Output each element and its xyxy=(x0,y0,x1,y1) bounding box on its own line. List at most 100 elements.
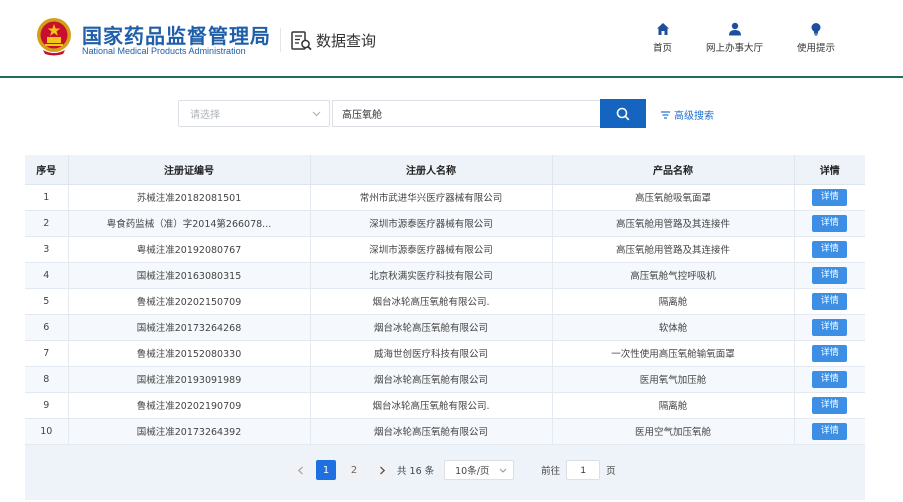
goto-page-input[interactable] xyxy=(566,460,601,480)
cell-registrant: 烟台冰轮高压氧舱有限公司. xyxy=(310,288,553,315)
category-select-placeholder: 请选择 xyxy=(190,110,220,121)
cell-registrant: 北京秋满实医疗科技有限公司 xyxy=(310,262,553,289)
prev-page-button[interactable] xyxy=(290,460,310,480)
cell-index: 1 xyxy=(25,184,69,211)
cell-product-name: 医用氧气加压舱 xyxy=(552,366,795,393)
nav-usage-tips-label: 使用提示 xyxy=(797,43,836,54)
site-header: 国家药品监督管理局 National Medical Products Admi… xyxy=(0,0,903,78)
data-search-icon xyxy=(291,30,312,50)
cell-detail: 详情 xyxy=(794,184,865,211)
nav-home[interactable]: 首页 xyxy=(653,22,672,54)
cell-index: 8 xyxy=(25,366,69,393)
chevron-right-icon xyxy=(379,466,385,474)
cell-registrant: 烟台冰轮高压氧舱有限公司 xyxy=(310,314,553,341)
module-title-group: 数据查询 xyxy=(291,30,376,51)
cell-detail: 详情 xyxy=(794,262,865,289)
col-header-detail: 详情 xyxy=(794,155,865,185)
cell-index: 4 xyxy=(25,262,69,289)
table-row: 9 鲁械注准20202190709 烟台冰轮高压氧舱有限公司. 隔离舱 详情 xyxy=(25,392,865,419)
detail-button[interactable]: 详情 xyxy=(812,266,848,284)
user-icon xyxy=(728,22,741,36)
page-size-select[interactable]: 10条/页 xyxy=(444,460,515,480)
cell-product-name: 隔离舱 xyxy=(552,392,795,419)
table-row: 3 粤械注准20192080767 深圳市源泰医疗器械有限公司 高压氧舱用管路及… xyxy=(25,236,865,263)
cell-registration-no: 鲁械注准20152080330 xyxy=(68,340,311,367)
brand-subtitle: National Medical Products Administration xyxy=(82,46,246,56)
module-title: 数据查询 xyxy=(316,32,377,50)
table-row: 2 粤食药监械（准）字2014第266078... 深圳市源泰医疗器械有限公司 … xyxy=(25,210,865,237)
cell-index: 6 xyxy=(25,314,69,341)
detail-button[interactable]: 详情 xyxy=(812,214,848,232)
search-icon xyxy=(616,107,630,120)
col-header-index: 序号 xyxy=(25,155,69,185)
cell-detail: 详情 xyxy=(794,210,865,237)
page-button-2[interactable]: 2 xyxy=(344,460,364,480)
cell-registrant: 常州市武进华兴医疗器械有限公司 xyxy=(310,184,553,211)
cell-detail: 详情 xyxy=(794,418,865,445)
cell-index: 7 xyxy=(25,340,69,367)
pagination: 1 2 共 16 条 10条/页 前往 页 xyxy=(290,460,616,480)
chevron-down-icon xyxy=(499,468,507,473)
cell-product-name: 医用空气加压氧舱 xyxy=(552,418,795,445)
cell-registration-no: 国械注准20163080315 xyxy=(68,262,311,289)
page-size-value: 10条/页 xyxy=(455,466,490,477)
cell-registration-no: 国械注准20193091989 xyxy=(68,366,311,393)
goto-prefix: 前往 xyxy=(541,466,561,477)
cell-product-name: 一次性使用高压氧舱输氧面罩 xyxy=(552,340,795,367)
results-table: 序号 注册证编号 注册人名称 产品名称 详情 1 苏械注准20182081501… xyxy=(25,155,865,445)
nav-online-hall[interactable]: 网上办事大厅 xyxy=(706,22,763,54)
detail-button[interactable]: 详情 xyxy=(812,344,848,362)
category-select[interactable]: 请选择 xyxy=(178,100,330,127)
cell-index: 3 xyxy=(25,236,69,263)
cell-registrant: 深圳市源泰医疗器械有限公司 xyxy=(310,210,553,237)
cell-registration-no: 国械注准20173264392 xyxy=(68,418,311,445)
cell-registration-no: 苏械注准20182081501 xyxy=(68,184,311,211)
search-button[interactable] xyxy=(600,99,646,128)
detail-button[interactable]: 详情 xyxy=(812,240,848,258)
col-header-registrant: 注册人名称 xyxy=(310,155,553,185)
results-table-container: 序号 注册证编号 注册人名称 产品名称 详情 1 苏械注准20182081501… xyxy=(25,155,865,500)
national-emblem-icon xyxy=(37,18,71,56)
table-row: 6 国械注准20173264268 烟台冰轮高压氧舱有限公司 软体舱 详情 xyxy=(25,314,865,341)
cell-product-name: 软体舱 xyxy=(552,314,795,341)
header-divider xyxy=(280,28,281,52)
cell-detail: 详情 xyxy=(794,288,865,315)
cell-product-name: 高压氧舱吸氧面罩 xyxy=(552,184,795,211)
detail-button[interactable]: 详情 xyxy=(812,292,848,310)
advanced-search-label: 高级搜索 xyxy=(674,111,714,122)
cell-product-name: 高压氧舱用管路及其连接件 xyxy=(552,210,795,237)
search-input[interactable] xyxy=(332,100,600,127)
cell-registration-no: 鲁械注准20202190709 xyxy=(68,392,311,419)
cell-index: 5 xyxy=(25,288,69,315)
cell-registrant: 烟台冰轮高压氧舱有限公司 xyxy=(310,418,553,445)
nav-usage-tips[interactable]: 使用提示 xyxy=(797,22,835,54)
table-row: 10 国械注准20173264392 烟台冰轮高压氧舱有限公司 医用空气加压氧舱… xyxy=(25,418,865,445)
advanced-search-link[interactable]: 高级搜索 xyxy=(661,107,714,122)
table-header-row: 序号 注册证编号 注册人名称 产品名称 详情 xyxy=(25,155,865,185)
detail-button[interactable]: 详情 xyxy=(812,370,848,388)
cell-detail: 详情 xyxy=(794,314,865,341)
next-page-button[interactable] xyxy=(372,460,392,480)
cell-product-name: 隔离舱 xyxy=(552,288,795,315)
home-icon xyxy=(656,23,669,35)
lightbulb-icon xyxy=(811,23,821,36)
nav-online-hall-label: 网上办事大厅 xyxy=(706,43,764,54)
cell-registration-no: 粤械注准20192080767 xyxy=(68,236,311,263)
nav-home-label: 首页 xyxy=(653,43,673,54)
cell-index: 2 xyxy=(25,210,69,237)
detail-button[interactable]: 详情 xyxy=(812,318,848,336)
filter-icon xyxy=(661,110,670,119)
detail-button[interactable]: 详情 xyxy=(812,422,848,440)
page-button-1[interactable]: 1 xyxy=(316,460,336,480)
cell-registrant: 烟台冰轮高压氧舱有限公司 xyxy=(310,366,553,393)
cell-product-name: 高压氧舱用管路及其连接件 xyxy=(552,236,795,263)
cell-registration-no: 鲁械注准20202150709 xyxy=(68,288,311,315)
table-row: 1 苏械注准20182081501 常州市武进华兴医疗器械有限公司 高压氧舱吸氧… xyxy=(25,184,865,211)
cell-detail: 详情 xyxy=(794,366,865,393)
brand-title[interactable]: 国家药品监督管理局 xyxy=(82,20,271,49)
cell-detail: 详情 xyxy=(794,392,865,419)
detail-button[interactable]: 详情 xyxy=(812,188,848,206)
detail-button[interactable]: 详情 xyxy=(812,396,848,414)
total-count: 共 16 条 xyxy=(397,466,435,477)
cell-product-name: 高压氧舱气控呼吸机 xyxy=(552,262,795,289)
